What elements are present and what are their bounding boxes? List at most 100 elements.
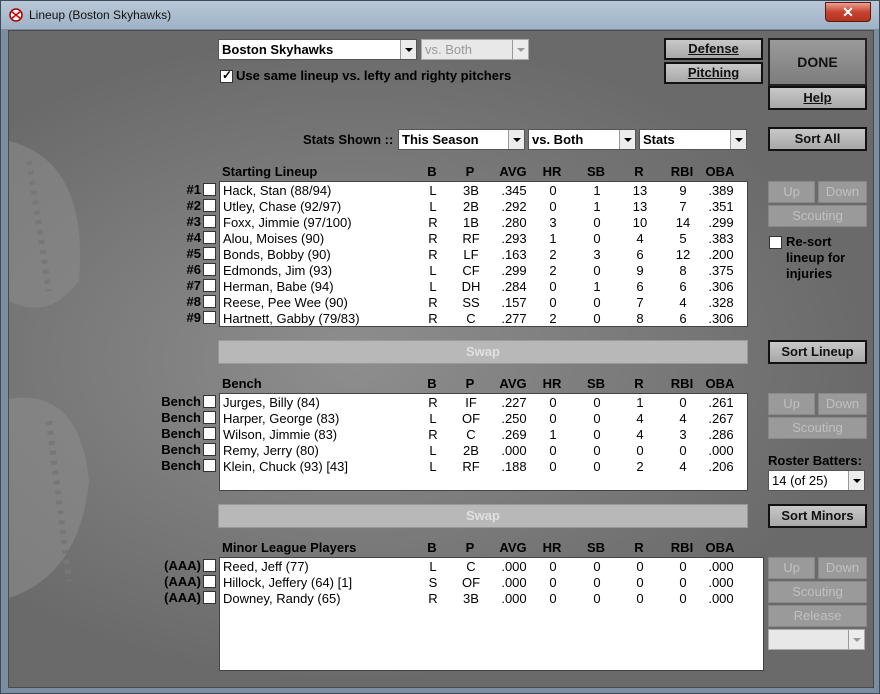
table-row[interactable]: Bonds, Bobby (90) R LF .163 2 3 6 12 .200 <box>220 247 746 263</box>
cell-avg: .227 <box>501 395 527 410</box>
minors-up-button[interactable]: Up <box>768 557 815 579</box>
row-checkbox[interactable] <box>203 263 216 276</box>
slot-label: (AAA) <box>164 574 201 589</box>
row-checkbox[interactable] <box>203 199 216 212</box>
sort-minors-button[interactable]: Sort Minors <box>768 504 867 528</box>
table-row[interactable]: Wilson, Jimmie (83) R C .269 1 0 4 3 .286 <box>220 427 746 443</box>
cell-r: 6 <box>636 247 644 262</box>
cell-p: IF <box>465 395 477 410</box>
table-row[interactable]: Reed, Jeff (77) L C .000 0 0 0 0 .000 <box>220 559 746 575</box>
chevron-down-icon[interactable] <box>730 130 746 149</box>
row-checkbox[interactable] <box>203 395 216 408</box>
row-checkbox[interactable] <box>203 459 216 472</box>
cell-rbi: 8 <box>679 263 687 278</box>
cell-hr: 0 <box>549 183 557 198</box>
resort-injuries-checkbox[interactable] <box>769 236 782 249</box>
roster-batters-select[interactable]: 14 (of 25) <box>768 470 865 491</box>
chevron-down-icon[interactable] <box>508 130 524 149</box>
close-button[interactable]: ✕ <box>825 2 871 22</box>
cell-avg: .000 <box>501 591 527 606</box>
title-bar[interactable]: Lineup (Boston Skyhawks) ✕ <box>1 1 879 29</box>
table-row[interactable]: Harper, George (83) L OF .250 0 0 4 4 .267 <box>220 411 746 427</box>
col-oba: OBA <box>705 164 735 179</box>
cell-name: Hack, Stan (88/94) <box>223 183 332 198</box>
table-row[interactable]: Remy, Jerry (80) L 2B .000 0 0 0 0 .000 <box>220 443 746 459</box>
row-checkbox[interactable] <box>203 295 216 308</box>
starting-down-button[interactable]: Down <box>818 181 867 203</box>
cell-name: Reed, Jeff (77) <box>223 559 309 574</box>
chevron-down-icon[interactable] <box>848 471 864 490</box>
table-row[interactable]: Hartnett, Gabby (79/83) R C .277 2 0 8 6 .306 <box>220 311 746 327</box>
sort-lineup-button[interactable]: Sort Lineup <box>768 340 867 364</box>
cell-name: Hillock, Jeffery (64) [1] <box>223 575 353 590</box>
table-row[interactable]: Hillock, Jeffery (64) [1] S OF .000 0 0 0 0 .000 <box>220 575 746 591</box>
row-checkbox[interactable] <box>203 559 216 572</box>
row-checkbox[interactable] <box>203 247 216 260</box>
cell-name: Harper, George (83) <box>223 411 340 426</box>
season-select[interactable]: This Season <box>398 129 525 150</box>
cell-rbi: 0 <box>679 395 687 410</box>
row-checkbox[interactable] <box>203 575 216 588</box>
table-row[interactable]: Downey, Randy (65) R 3B .000 0 0 0 0 .000 <box>220 591 746 607</box>
row-checkbox[interactable] <box>203 231 216 244</box>
minors-scouting-button[interactable]: Scouting <box>768 581 867 603</box>
slot-label: (AAA) <box>164 590 201 605</box>
pitching-button[interactable]: Pitching <box>664 62 763 84</box>
starting-lineup-list[interactable]: Hack, Stan (88/94) L 3B .345 0 1 13 9.389 Utley,… <box>219 181 748 327</box>
sort-all-button[interactable]: Sort All <box>768 127 867 151</box>
table-row[interactable]: Klein, Chuck (93) [43] L RF .188 0 0 2 4 .206 <box>220 459 746 475</box>
row-checkbox[interactable] <box>203 279 216 292</box>
cell-hr: 0 <box>549 575 557 590</box>
cell-name: Herman, Babe (94) <box>223 279 334 294</box>
bench-scouting-button[interactable]: Scouting <box>768 417 867 439</box>
help-button[interactable]: Help <box>768 86 867 110</box>
bench-up-button[interactable]: Up <box>768 393 815 415</box>
row-checkbox[interactable] <box>203 311 216 324</box>
table-row[interactable]: Alou, Moises (90) R RF .293 1 0 4 5 .383 <box>220 231 746 247</box>
row-checkbox[interactable] <box>203 443 216 456</box>
row-checkbox[interactable] <box>203 215 216 228</box>
col-b: B <box>427 164 437 179</box>
slot-label: Bench <box>161 394 201 409</box>
done-button[interactable]: DONE <box>768 38 867 86</box>
starting-scouting-button[interactable]: Scouting <box>768 205 867 227</box>
minors-down-button[interactable]: Down <box>818 557 867 579</box>
table-row[interactable]: Hack, Stan (88/94) L 3B .345 0 1 13 9 .389 <box>220 183 746 199</box>
cell-sb: 0 <box>593 459 601 474</box>
chevron-down-icon[interactable] <box>400 40 416 59</box>
table-row[interactable]: Herman, Babe (94) L DH .284 0 1 6 6 .306 <box>220 279 746 295</box>
row-checkbox[interactable] <box>203 411 216 424</box>
bench-swap-button[interactable]: Swap <box>218 504 748 528</box>
cell-p: 3B <box>463 591 479 606</box>
bench-list[interactable]: Jurges, Billy (84) R IF .227 0 0 1 0.261 Harper,… <box>219 393 748 491</box>
chevron-down-icon[interactable] <box>619 130 635 149</box>
team-select[interactable]: Boston Skyhawks <box>218 39 417 60</box>
cell-name: Reese, Pee Wee (90) <box>223 295 348 310</box>
cell-r: 4 <box>636 411 644 426</box>
stats-select[interactable]: Stats <box>639 129 747 150</box>
cell-p: C <box>466 427 476 442</box>
table-row[interactable]: Reese, Pee Wee (90) R SS .157 0 0 7 4 .328 <box>220 295 746 311</box>
cell-oba: .306 <box>708 311 734 326</box>
bench-down-button[interactable]: Down <box>818 393 867 415</box>
row-checkbox[interactable] <box>203 183 216 196</box>
starting-swap-button[interactable]: Swap <box>218 340 748 364</box>
cell-sb: 1 <box>593 279 601 294</box>
cell-b: R <box>428 591 438 606</box>
col-rbi: RBI <box>670 164 694 179</box>
row-checkbox[interactable] <box>203 591 216 604</box>
table-row[interactable]: Utley, Chase (92/97) L 2B .292 0 1 13 7 .351 <box>220 199 746 215</box>
table-row[interactable]: Edmonds, Jim (93) L CF .299 2 0 9 8 .375 <box>220 263 746 279</box>
vs-select[interactable]: vs. Both <box>528 129 636 150</box>
cell-sb: 0 <box>593 443 601 458</box>
row-checkbox[interactable] <box>203 427 216 440</box>
minors-list[interactable]: Reed, Jeff (77) L C .000 0 0 0 0.000 Hillock, Je… <box>219 557 764 671</box>
table-row[interactable]: Foxx, Jimmie (97/100) R 1B .280 3 0 10 14 .299 <box>220 215 746 231</box>
release-button[interactable]: Release <box>768 605 867 627</box>
table-row[interactable]: Jurges, Billy (84) R IF .227 0 0 1 0 .261 <box>220 395 746 411</box>
starting-up-button[interactable]: Up <box>768 181 815 203</box>
same-lineup-checkbox[interactable] <box>220 68 233 83</box>
defense-button[interactable]: Defense <box>664 38 763 60</box>
cell-b: L <box>429 279 437 294</box>
cell-rbi: 6 <box>679 279 687 294</box>
